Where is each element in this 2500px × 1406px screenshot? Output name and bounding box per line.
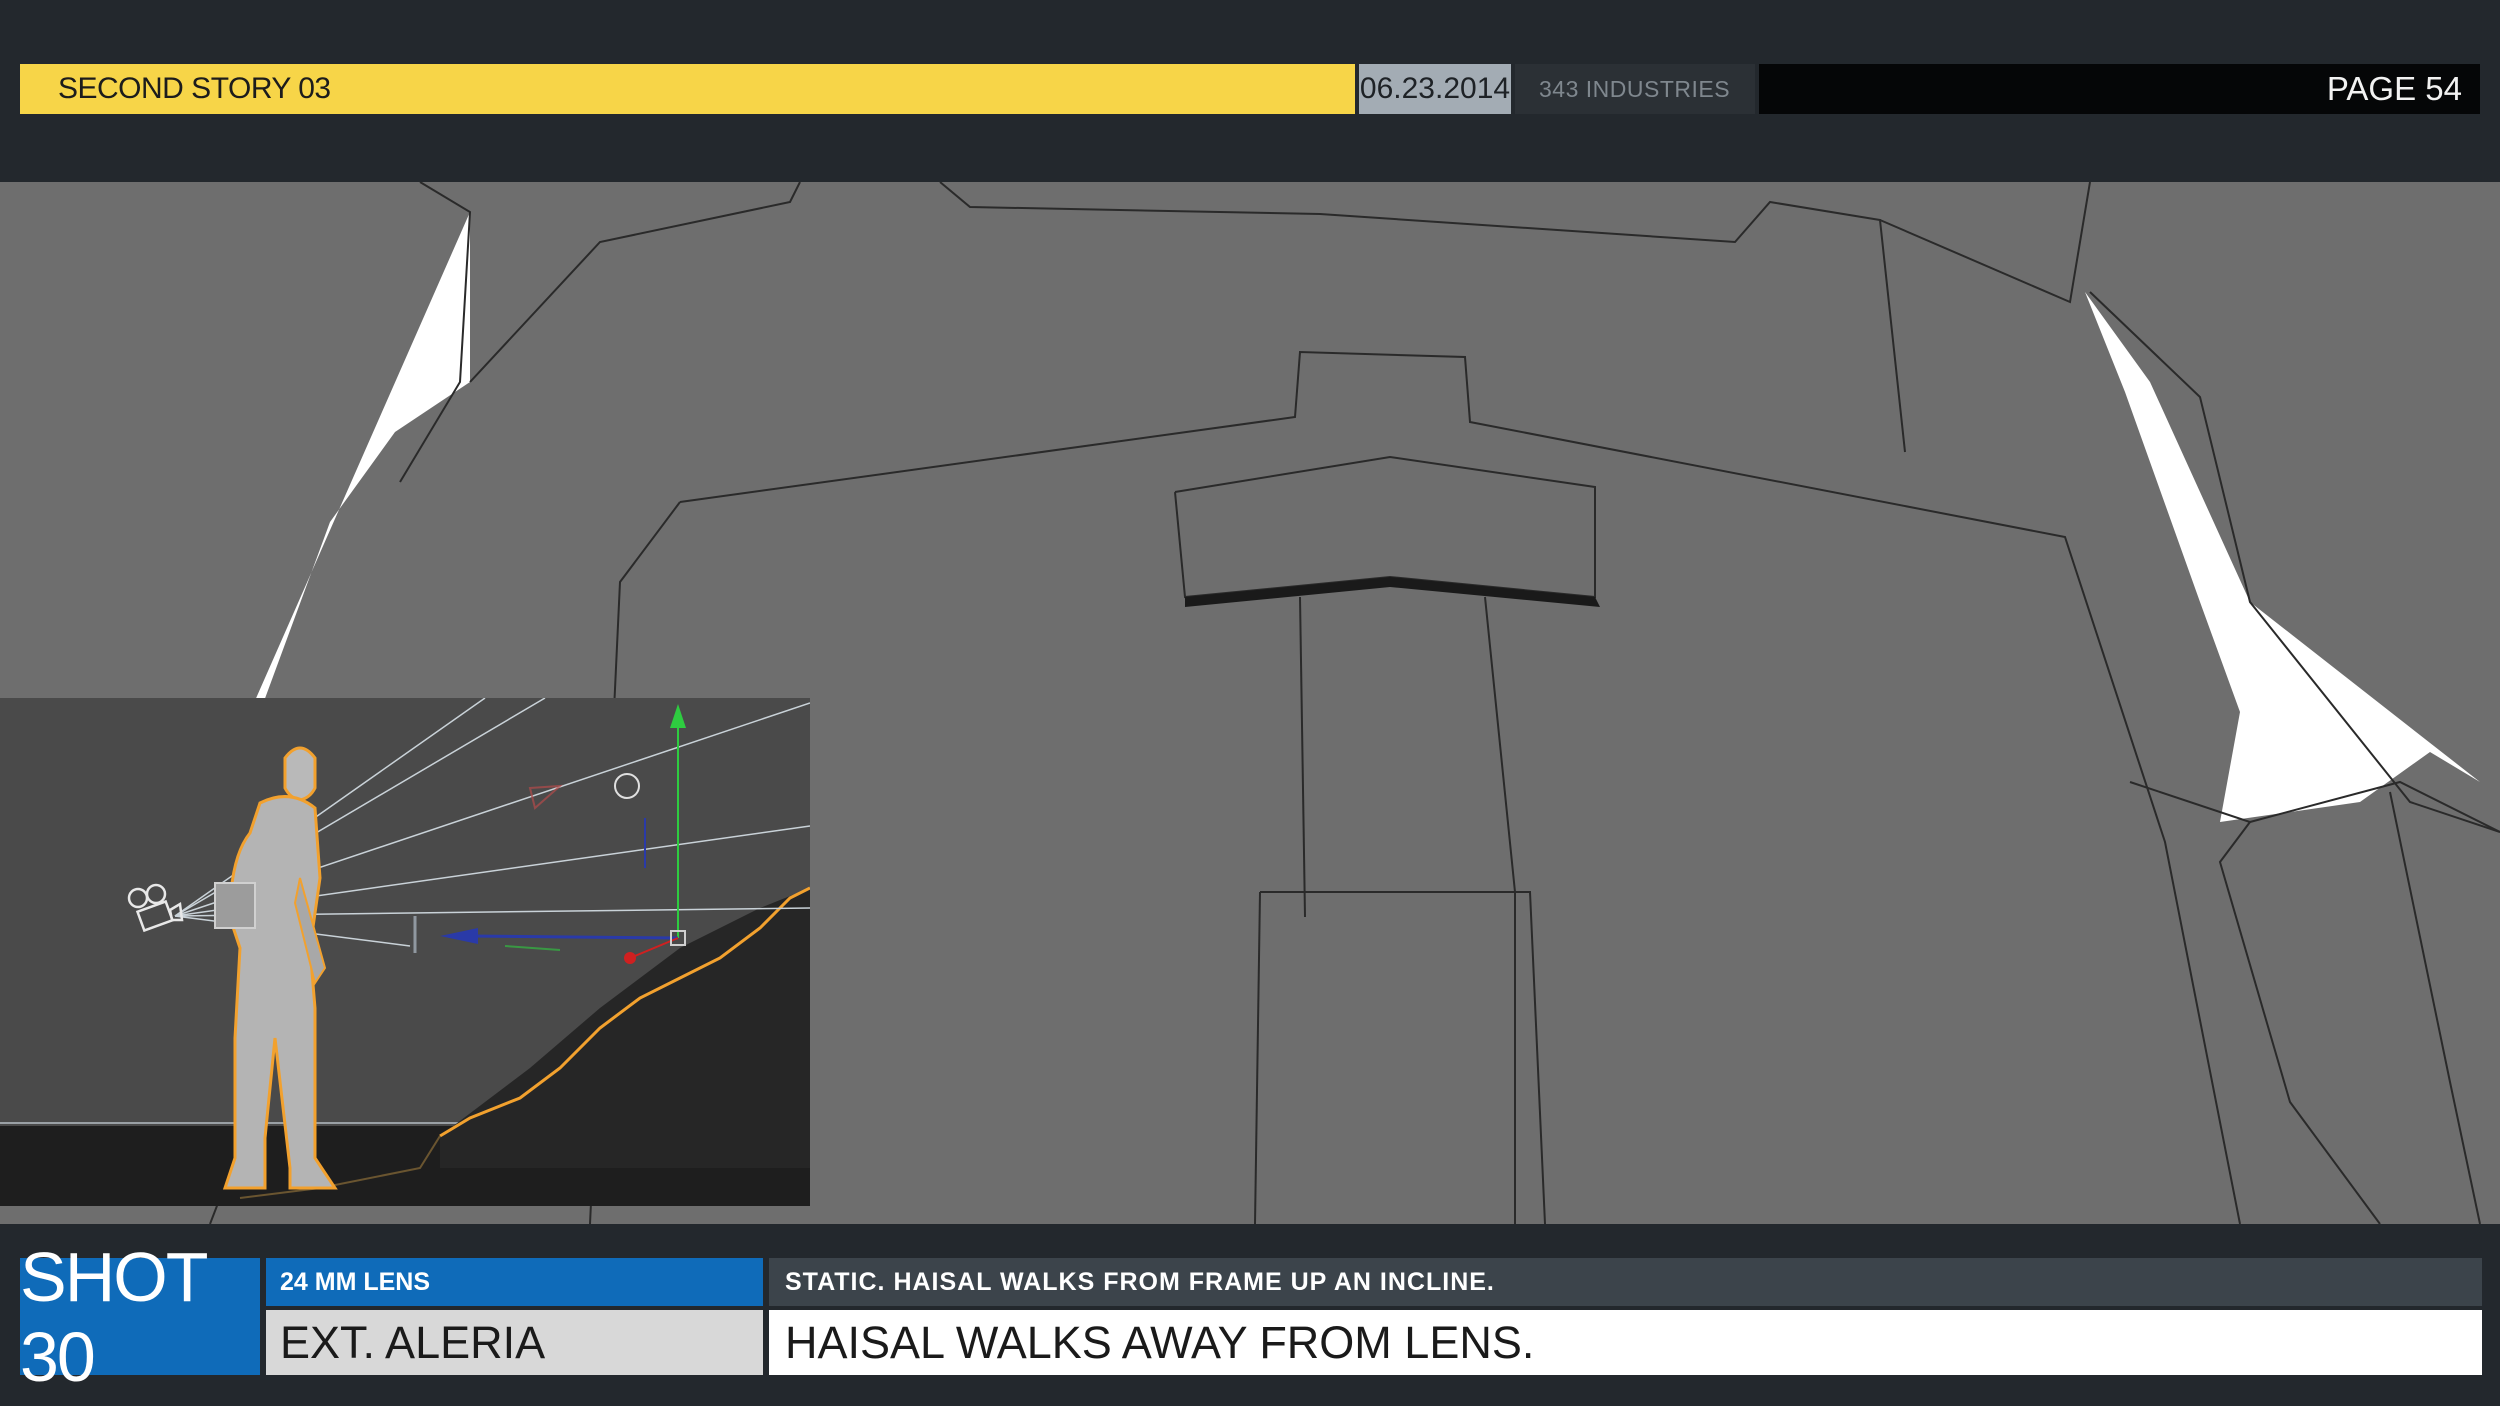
plank-shadow xyxy=(1185,577,1600,607)
sky-gap-left xyxy=(250,212,470,712)
header-bar: SECOND STORY 03 06.23.2014 343 INDUSTRIE… xyxy=(20,64,2480,114)
location-label: EXT. ALERIA xyxy=(266,1310,763,1375)
date-label: 06.23.2014 xyxy=(1359,64,1511,114)
shot-description-text: STATIC. HAISAL WALKS FROM FRAME UP AN IN… xyxy=(785,1267,1495,1296)
date-text: 06.23.2014 xyxy=(1359,72,1511,105)
shot-description: STATIC. HAISAL WALKS FROM FRAME UP AN IN… xyxy=(769,1258,2482,1306)
shot-number-text: SHOT 30 xyxy=(20,1237,207,1396)
sky-gap-right xyxy=(2085,292,2480,822)
action-description-text: HAISAL WALKS AWAY FROM LENS. xyxy=(785,1316,1535,1368)
shot-info-bar: SHOT 30 24 MM LENS EXT. ALERIA STATIC. H… xyxy=(20,1238,2482,1396)
lens-text: 24 MM LENS xyxy=(280,1267,431,1296)
studio-label: 343 INDUSTRIES xyxy=(1515,64,1755,114)
page-number: PAGE 54 xyxy=(1759,64,2480,114)
scene-3d-view xyxy=(0,698,810,1206)
shot-number: SHOT 30 xyxy=(20,1238,260,1396)
studio-text: 343 INDUSTRIES xyxy=(1539,75,1731,102)
project-title-text: SECOND STORY 03 xyxy=(58,72,331,105)
project-title: SECOND STORY 03 xyxy=(20,64,1355,114)
action-description: HAISAL WALKS AWAY FROM LENS. xyxy=(769,1310,2482,1375)
lens-label: 24 MM LENS xyxy=(266,1258,763,1306)
location-text: EXT. ALERIA xyxy=(280,1316,546,1368)
page-number-text: PAGE 54 xyxy=(2326,70,2462,107)
scene-inset-viewport xyxy=(0,698,810,1206)
main-viewport xyxy=(0,182,2500,1224)
